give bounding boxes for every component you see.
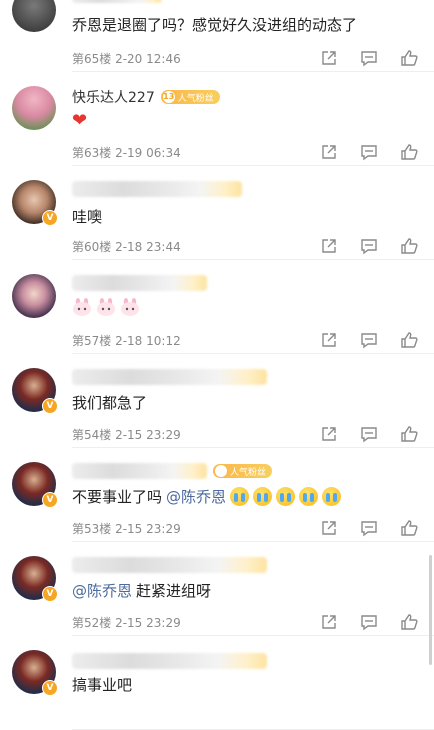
like-icon[interactable]	[400, 425, 418, 443]
comment-item: V 我们都急了 第54楼 2-15 23:29	[0, 354, 434, 448]
reply-icon[interactable]	[360, 425, 378, 443]
rabbit-emoji-icon	[120, 298, 140, 316]
like-icon[interactable]	[400, 613, 418, 631]
comment-actions	[320, 143, 418, 161]
blurred-username[interactable]	[72, 178, 242, 200]
comment-text: @陈乔恩 赶紧进组呀	[72, 580, 212, 601]
reply-icon[interactable]	[360, 613, 378, 631]
comment-text: 不要事业了吗 @陈乔恩	[72, 486, 342, 507]
mention-link[interactable]: @陈乔恩	[72, 580, 132, 601]
floor-time: 第63楼 2-19 06:34	[72, 146, 181, 160]
avatar[interactable]: V	[12, 368, 58, 414]
blurred-username[interactable]	[72, 650, 267, 672]
comment-item: V @陈乔恩 赶紧进组呀 第52楼 2-15 23:29	[0, 542, 434, 636]
share-icon[interactable]	[320, 519, 338, 537]
comment-actions	[320, 331, 418, 349]
comment-actions	[320, 237, 418, 255]
like-icon[interactable]	[400, 519, 418, 537]
avatar[interactable]: V	[12, 556, 58, 602]
reply-icon[interactable]	[360, 143, 378, 161]
like-icon[interactable]	[400, 143, 418, 161]
verified-badge-icon: V	[42, 210, 58, 226]
fan-badge: 人气粉丝	[213, 464, 273, 478]
reply-icon[interactable]	[360, 237, 378, 255]
fan-badge: 13 人气粉丝	[160, 90, 220, 104]
comment-text: 搞事业吧	[72, 676, 133, 694]
like-icon[interactable]	[400, 49, 418, 67]
avatar[interactable]: V	[12, 650, 58, 696]
share-icon[interactable]	[320, 49, 338, 67]
comment-item: V 人气粉丝 不要事业了吗 @陈乔恩 第53楼 2-15 23:29	[0, 448, 434, 542]
verified-badge-icon: V	[42, 492, 58, 508]
crying-emoji-icon	[299, 487, 319, 506]
floor-time: 第65楼 2-20 12:46	[72, 52, 181, 66]
floor-time: 第54楼 2-15 23:29	[72, 428, 181, 442]
crying-emoji-icon	[253, 487, 273, 506]
crying-emoji-icon	[276, 487, 296, 506]
floor-time: 第60楼 2-18 23:44	[72, 240, 181, 254]
comment-actions	[320, 613, 418, 631]
username-row: 快乐达人227 13 人气粉丝	[72, 86, 220, 108]
comment-item: V 哇噢 第60楼 2-18 23:44	[0, 166, 434, 260]
scrollbar[interactable]	[429, 555, 432, 665]
comment-item: 快乐达人227 13 人气粉丝 ❤ 第63楼 2-19 06:34	[0, 72, 434, 166]
avatar[interactable]	[12, 274, 56, 318]
comment-actions	[320, 49, 418, 67]
rabbit-emoji-icon	[72, 298, 92, 316]
reply-icon[interactable]	[360, 519, 378, 537]
avatar[interactable]: V	[12, 462, 58, 508]
blurred-username[interactable]	[72, 366, 267, 388]
avatar[interactable]	[12, 0, 56, 32]
share-icon[interactable]	[320, 613, 338, 631]
blurred-username[interactable]	[72, 554, 267, 576]
floor-time: 第52楼 2-15 23:29	[72, 616, 181, 630]
avatar[interactable]: V	[12, 180, 58, 226]
crying-emoji-icon	[230, 487, 250, 506]
comment-item: V 搞事业吧	[0, 636, 434, 730]
comment-text: 哇噢	[72, 208, 103, 226]
comment-item: 第57楼 2-18 10:12	[0, 260, 434, 354]
verified-badge-icon: V	[42, 586, 58, 602]
share-icon[interactable]	[320, 143, 338, 161]
share-icon[interactable]	[320, 331, 338, 349]
verified-badge-icon: V	[42, 680, 58, 696]
blurred-username[interactable]	[72, 463, 207, 479]
comment-text	[72, 298, 140, 316]
comment-item: 乔恩是退圈了吗？感觉好久没进组的动态了 第65楼 2-20 12:46	[0, 0, 434, 72]
like-icon[interactable]	[400, 237, 418, 255]
blurred-username[interactable]	[72, 0, 162, 6]
mention-link[interactable]: @陈乔恩	[166, 486, 226, 507]
comment-text: 我们都急了	[72, 394, 148, 412]
avatar[interactable]	[12, 86, 56, 130]
share-icon[interactable]	[320, 237, 338, 255]
like-icon[interactable]	[400, 331, 418, 349]
floor-time: 第53楼 2-15 23:29	[72, 522, 181, 536]
blurred-username[interactable]	[72, 272, 207, 294]
comment-actions	[320, 425, 418, 443]
username[interactable]: 快乐达人227	[72, 87, 155, 107]
reply-icon[interactable]	[360, 49, 378, 67]
share-icon[interactable]	[320, 425, 338, 443]
reply-icon[interactable]	[360, 331, 378, 349]
comment-text: 乔恩是退圈了吗？感觉好久没进组的动态了	[72, 16, 358, 34]
comment-actions	[320, 519, 418, 537]
floor-time: 第57楼 2-18 10:12	[72, 334, 181, 348]
rabbit-emoji-icon	[96, 298, 116, 316]
heart-emoji-icon: ❤	[72, 110, 88, 131]
username-row: 人气粉丝	[72, 460, 273, 482]
verified-badge-icon: V	[42, 398, 58, 414]
comment-text: ❤	[72, 110, 87, 131]
crying-emoji-icon	[322, 487, 342, 506]
